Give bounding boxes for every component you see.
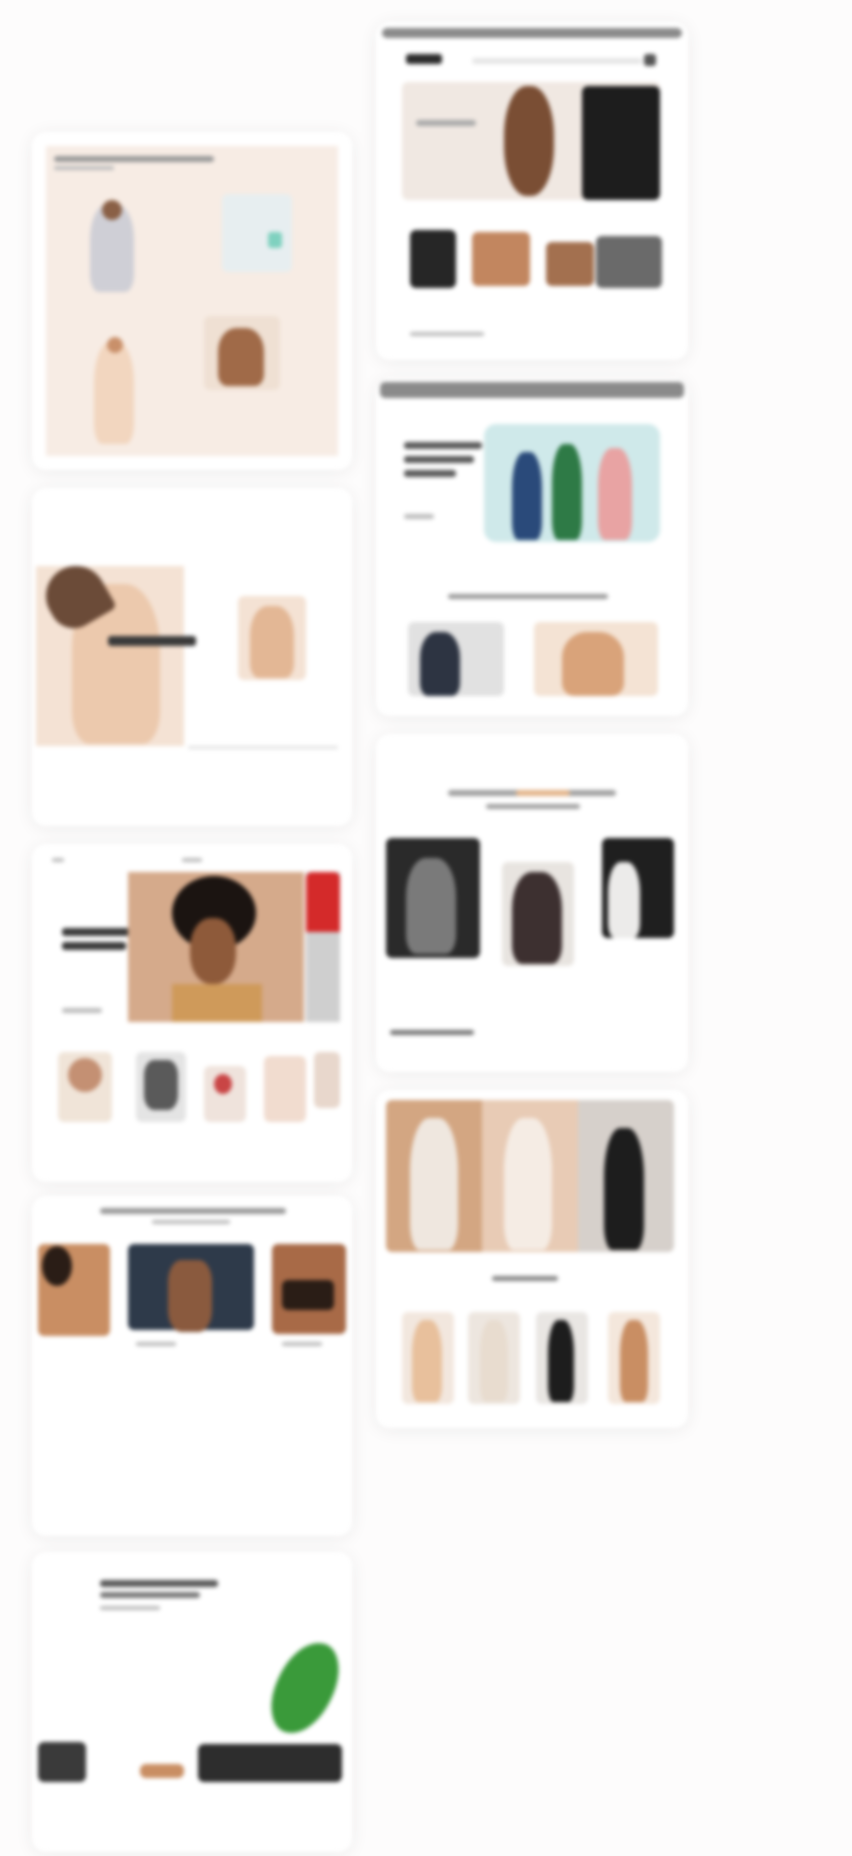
editorial-image-2-figure: [168, 1260, 212, 1332]
editorial-heading-placeholder: [100, 1208, 286, 1214]
thumb-4[interactable]: [264, 1056, 306, 1122]
category-thumb-2[interactable]: [472, 232, 530, 286]
collection-cta-placeholder[interactable]: [404, 514, 434, 519]
category-heading-placeholder: [492, 1276, 558, 1281]
colorful-collection-card: [376, 378, 688, 716]
collection-image-1-figure: [420, 632, 460, 696]
thumb-5[interactable]: [314, 1052, 340, 1108]
lookbook-image-3-figure: [608, 862, 640, 938]
nav-placeholder-2: [182, 858, 202, 862]
category-thumb-3[interactable]: [546, 242, 594, 286]
category-banner-1-figure: [410, 1118, 458, 1250]
hero-text-placeholder: [416, 120, 476, 126]
editorial-image-1-hair: [42, 1246, 72, 1286]
category-row-card: [376, 1090, 688, 1428]
lookbook-card: [376, 734, 688, 1072]
thumb-3-accent: [214, 1074, 232, 1094]
collection-figure-blue: [512, 452, 542, 540]
lookbook-image-1-figure: [406, 858, 456, 954]
collection-headline-placeholder: [404, 442, 482, 449]
collection-image-2-figure: [562, 632, 624, 696]
portrait-cta-placeholder[interactable]: [62, 1008, 102, 1013]
category-item-2-figure: [480, 1320, 508, 1402]
promo-divider: [188, 746, 338, 749]
product-head-1: [102, 200, 122, 220]
thumb-1-head: [68, 1058, 102, 1092]
product-figure-3[interactable]: [94, 342, 134, 444]
promo-side-figure: [250, 606, 294, 678]
leaf-photo-3[interactable]: [198, 1744, 342, 1782]
leaf-text-placeholder: [100, 1606, 160, 1610]
leaf-headline-placeholder: [100, 1580, 218, 1587]
category-item-3-figure: [548, 1320, 574, 1402]
category-banner-3-figure: [604, 1128, 644, 1250]
category-item-1-figure: [412, 1320, 442, 1402]
category-thumb-4[interactable]: [596, 236, 662, 288]
nav-placeholder-1: [52, 858, 64, 862]
portrait-face: [190, 918, 236, 984]
editorial-image-3-shirt: [282, 1280, 334, 1310]
portrait-shirt: [172, 984, 262, 1022]
collection-figure-green: [552, 444, 582, 540]
product-accent-2: [268, 232, 282, 248]
product-head-3: [107, 337, 123, 353]
category-item-4-figure: [620, 1320, 648, 1402]
leaf-photo-1[interactable]: [38, 1742, 86, 1782]
site-logo-placeholder[interactable]: [406, 54, 442, 64]
collection-subhead-placeholder: [404, 456, 474, 463]
promo-banner-card: [32, 488, 352, 826]
leaf-photo-2[interactable]: [140, 1764, 184, 1778]
editorial-grid-card: [32, 1196, 352, 1536]
editorial-caption-2: [136, 1342, 176, 1346]
product-figure-4: [218, 328, 264, 386]
portrait-side-red: [306, 872, 340, 932]
lookbook-subheading-placeholder: [486, 804, 580, 809]
browser-bar: [382, 28, 682, 38]
portrait-subhead-placeholder: [62, 942, 126, 950]
product-grid-card: [32, 132, 352, 470]
category-banner-2-figure: [504, 1118, 552, 1250]
search-bar[interactable]: [472, 58, 642, 64]
promo-headline-placeholder: [108, 636, 196, 646]
cart-icon[interactable]: [644, 54, 656, 66]
footer-text-placeholder: [410, 332, 484, 336]
grid-background: [46, 146, 338, 456]
collection-section-heading: [448, 594, 608, 599]
header-hero-card: [376, 22, 688, 360]
editorial-subheading-placeholder: [152, 1220, 230, 1224]
lookbook-caption-placeholder: [390, 1030, 474, 1035]
grid-subheading-placeholder: [54, 166, 114, 170]
lookbook-heading-accent: [516, 790, 570, 796]
category-thumb-1[interactable]: [410, 230, 456, 288]
hero-figure-left: [504, 86, 554, 196]
thumb-2-figure: [144, 1060, 178, 1110]
grid-heading-placeholder: [54, 156, 214, 162]
collection-subhead2-placeholder: [404, 470, 456, 477]
hero-dark-panel: [582, 86, 660, 200]
collection-top-bar: [380, 382, 684, 398]
collection-figure-pink: [598, 448, 632, 540]
leaf-subhead-placeholder: [100, 1592, 200, 1598]
editorial-caption-3: [282, 1342, 322, 1346]
lookbook-image-2-figure: [512, 872, 562, 964]
portrait-hero-card: [32, 844, 352, 1182]
